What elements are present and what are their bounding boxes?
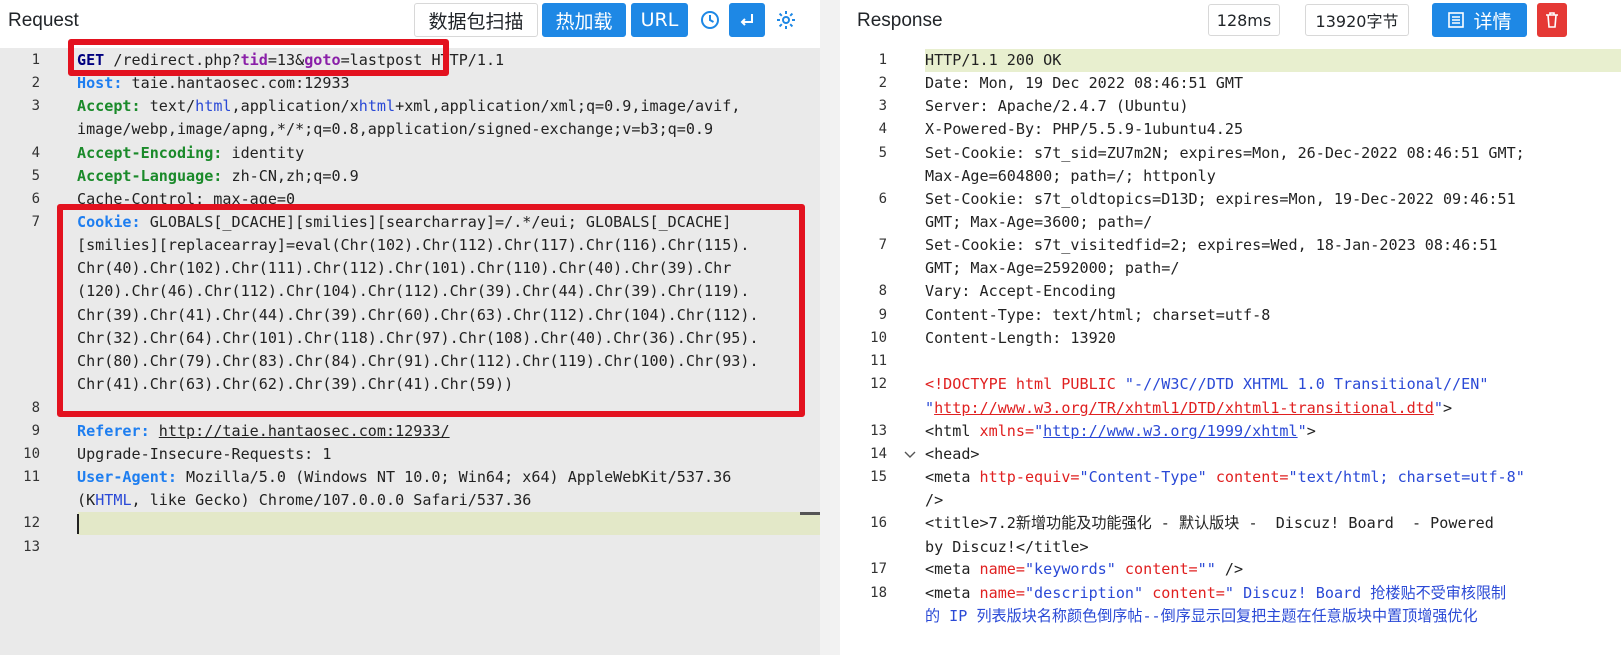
header-vary: Vary: Accept-Encoding: [925, 282, 1116, 300]
title-tag-cont: by Discuz!</title>: [925, 538, 1089, 556]
response-title: Response: [857, 10, 943, 31]
line-number: 2: [878, 75, 887, 91]
line-number: 1: [31, 52, 40, 68]
line-number: 5: [878, 145, 887, 161]
url-button[interactable]: URL: [631, 3, 688, 37]
line-number: 9: [31, 423, 40, 439]
line-number: 4: [31, 145, 40, 161]
line-number: 6: [878, 191, 887, 207]
response-time-badge: 128ms: [1208, 4, 1280, 36]
response-header: Response 128ms 13920字节 详情: [840, 0, 1621, 48]
line-number: 10: [23, 446, 40, 462]
line-number: 14: [870, 446, 887, 462]
header-user-agent: User-Agent: Mozilla/5.0 (Windows NT 10.0…: [77, 468, 732, 486]
meta-keywords: <meta name="keywords" content="" />: [925, 560, 1244, 578]
line-number: 11: [870, 353, 887, 369]
line-number: 10: [870, 330, 887, 346]
hot-load-button[interactable]: 热加载: [542, 3, 626, 37]
line-number: 13: [23, 539, 40, 555]
html-doctype: <!DOCTYPE html PUBLIC "-//W3C//DTD XHTML…: [925, 375, 1489, 393]
line-number: 9: [878, 307, 887, 323]
delete-icon[interactable]: [1537, 3, 1567, 37]
line-number: 12: [23, 515, 40, 531]
detail-button[interactable]: 详情: [1432, 3, 1527, 37]
fold-chevron-icon[interactable]: [903, 450, 917, 460]
request-pane: Request 数据包扫描 热加载 URL 1 2 3 4 5 6 7 8 9 …: [0, 0, 820, 655]
history-icon[interactable]: [694, 3, 726, 37]
line-number: 1: [878, 52, 887, 68]
header-set-cookie-cont: GMT; Max-Age=2592000; path=/: [925, 259, 1180, 277]
meta-close: />: [925, 491, 944, 509]
line-number: 11: [23, 469, 40, 485]
pane-divider[interactable]: [820, 0, 840, 655]
line-number: 2: [31, 75, 40, 91]
line-number: 6: [31, 191, 40, 207]
line-number: 8: [31, 400, 40, 416]
header-set-cookie: Set-Cookie: s7t_visitedfid=2; expires=We…: [925, 236, 1498, 254]
header-set-cookie-cont: Max-Age=604800; path=/; httponly: [925, 167, 1216, 185]
header-accept: Accept: text/html,application/xhtml+xml,…: [77, 97, 741, 115]
response-size-badge: 13920字节: [1305, 4, 1409, 36]
response-editor[interactable]: 1 2 3 4 5 6 7 8 9 10 11 12 13 14 15 16 1…: [840, 48, 1621, 655]
packet-scan-button[interactable]: 数据包扫描: [414, 3, 538, 37]
line-number: 7: [878, 237, 887, 253]
response-pane: Response 128ms 13920字节 详情 1 2 3 4 5 6 7 …: [840, 0, 1621, 655]
meta-content-type: <meta http-equiv="Content-Type" content=…: [925, 468, 1525, 486]
line-number: 3: [878, 98, 887, 114]
html-open-tag: <html xmlns="http://www.w3.org/1999/xhtm…: [925, 422, 1316, 440]
line-number: 15: [870, 469, 887, 485]
header-set-cookie: Set-Cookie: s7t_sid=ZU7m2N; expires=Mon,…: [925, 144, 1525, 162]
line-number: 16: [870, 515, 887, 531]
header-server: Server: Apache/2.4.7 (Ubuntu): [925, 97, 1189, 115]
settings-gear-icon[interactable]: [770, 3, 802, 37]
line-number: 8: [878, 283, 887, 299]
line-number: 12: [870, 376, 887, 392]
word-wrap-icon[interactable]: [729, 3, 765, 37]
header-powered-by: X-Powered-By: PHP/5.5.9-1ubuntu4.25: [925, 120, 1244, 138]
request-title: Request: [8, 10, 79, 31]
title-tag: <title>7.2新增功能及功能强化 - 默认版块 - Discuz! Boa…: [925, 514, 1494, 532]
line-number: 5: [31, 168, 40, 184]
line-number: 3: [31, 98, 40, 114]
status-line: HTTP/1.1 200 OK: [925, 51, 1062, 69]
header-content-type: Content-Type: text/html; charset=utf-8: [925, 306, 1271, 324]
header-date: Date: Mon, 19 Dec 2022 08:46:51 GMT: [925, 74, 1244, 92]
header-accept-cont: image/webp,image/apng,*/*;q=0.8,applicat…: [77, 120, 714, 138]
header-set-cookie-cont: GMT; Max-Age=3600; path=/: [925, 213, 1153, 231]
highlight-box-cookie: [57, 204, 805, 417]
line-number: 13: [870, 423, 887, 439]
header-accept-language: Accept-Language: zh-CN,zh;q=0.9: [77, 167, 359, 185]
user-agent-cont: (KHTML, like Gecko) Chrome/107.0.0.0 Saf…: [77, 491, 532, 509]
html-doctype-cont: "http://www.w3.org/TR/xhtml1/DTD/xhtml1-…: [925, 399, 1453, 417]
header-content-length: Content-Length: 13920: [925, 329, 1116, 347]
header-referer: Referer: http://taie.hantaosec.com:12933…: [77, 422, 450, 440]
request-editor[interactable]: 1 2 3 4 5 6 7 8 9 10 11 12 13 GET /redir…: [0, 39, 820, 655]
line-number: 4: [878, 121, 887, 137]
header-upgrade: Upgrade-Insecure-Requests: 1: [77, 445, 332, 463]
header-set-cookie: Set-Cookie: s7t_oldtopics=D13D; expires=…: [925, 190, 1516, 208]
line-number: 17: [870, 561, 887, 577]
line-number: 18: [870, 585, 887, 601]
header-accept-encoding: Accept-Encoding: identity: [77, 144, 305, 162]
list-icon: [1448, 12, 1465, 28]
head-open-tag: <head>: [925, 445, 980, 463]
line-number: 7: [31, 214, 40, 230]
highlight-box-request-line: [68, 39, 449, 76]
meta-description-cont: 的 IP 列表版块名称颜色倒序帖--倒序显示回复把主题在任意版块中置顶增强优化: [925, 607, 1478, 625]
meta-description: <meta name="description" content=" Discu…: [925, 584, 1507, 602]
detail-button-label: 详情: [1473, 10, 1512, 33]
